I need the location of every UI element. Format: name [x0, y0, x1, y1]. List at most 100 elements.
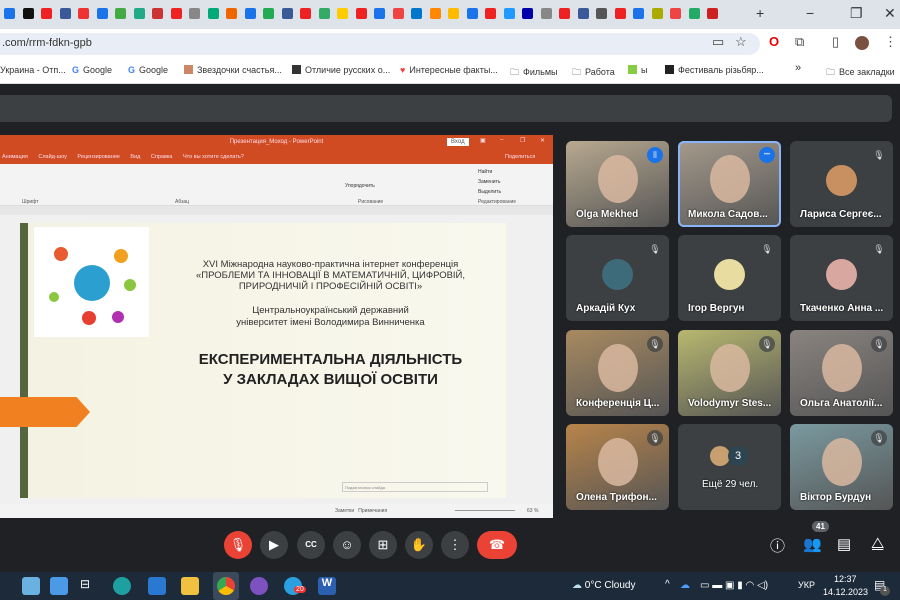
pinned-tab-favicon[interactable] [577, 8, 589, 19]
participant-tile[interactable]: 🎙︎ Ольга Анатолії... [790, 330, 893, 416]
pinned-tab-favicon[interactable] [707, 8, 718, 19]
pinned-tab-favicon[interactable] [559, 8, 570, 19]
pinned-tab-favicon[interactable] [4, 8, 15, 19]
pinned-tab-favicon[interactable] [485, 8, 496, 19]
people-icon[interactable]: 👥 [803, 535, 822, 553]
end-call-button[interactable]: ☎ [477, 531, 517, 559]
pinned-tab-favicon[interactable] [466, 8, 478, 19]
clock-date[interactable]: 14.12.2023 [823, 587, 868, 597]
camera-button[interactable]: ▶ [260, 531, 288, 559]
pinned-tab-favicon[interactable] [244, 8, 256, 19]
pinned-tab-favicon[interactable] [411, 8, 422, 19]
pinned-tab-favicon[interactable] [429, 8, 441, 19]
pinned-tab-favicon[interactable] [522, 8, 533, 19]
tray-icons[interactable]: ▭ ▬ ▣ ▮ ◠ ◁) [700, 580, 768, 591]
bookmark-folder[interactable]: 🗀 Работа [572, 65, 615, 81]
more-options-icon[interactable]: ••• [759, 147, 775, 163]
more-options-button[interactable]: ⋮ [441, 531, 469, 559]
ppt-layout-icon[interactable]: ▣ [480, 137, 486, 144]
pinned-tab-favicon[interactable] [207, 8, 219, 19]
task-view-icon[interactable]: ⊟ [80, 577, 98, 595]
zoom-slider[interactable] [455, 510, 515, 511]
mic-off-button[interactable]: 🎙︎ [224, 531, 252, 559]
bookmark[interactable]: G Google [72, 65, 112, 75]
ppt-restore[interactable]: ❐ [520, 137, 525, 144]
pinned-tab-favicon[interactable] [189, 8, 200, 19]
pinned-tab-favicon[interactable] [670, 8, 681, 19]
raise-hand-button[interactable]: ✋ [405, 531, 433, 559]
bookmark[interactable]: Фестиваль різьбяр... [665, 65, 764, 75]
bookmark[interactable]: Звездочки счастья... [184, 65, 282, 75]
bookmark[interactable]: ы [628, 65, 647, 75]
pinned-tab-favicon[interactable] [633, 8, 644, 19]
replace-button[interactable]: Заменить [478, 179, 500, 185]
bookmark-folder[interactable]: 🗀 Фильмы [510, 65, 557, 81]
share-button[interactable]: Поделиться [505, 154, 535, 160]
pinned-tab-favicon[interactable] [281, 8, 293, 19]
participant-tile[interactable]: 🎙︎ Volodymyr Stes... [678, 330, 781, 416]
pinned-tab-favicon[interactable] [392, 8, 404, 19]
pinned-tab-favicon[interactable] [355, 8, 367, 19]
pinned-tab-favicon[interactable] [596, 8, 607, 19]
chat-icon[interactable]: ▤ [837, 535, 851, 553]
pinned-tab-favicon[interactable] [263, 8, 274, 19]
subtitle-placeholder[interactable]: Подзаголовок слайда [342, 482, 488, 492]
pinned-tab-favicon[interactable] [448, 8, 459, 19]
pinned-tab-favicon[interactable] [651, 8, 663, 19]
pinned-tab-favicon[interactable] [374, 8, 385, 19]
pinned-tab-favicon[interactable] [59, 8, 71, 19]
ppt-close[interactable]: ✕ [540, 137, 545, 144]
word-icon[interactable]: W [318, 577, 336, 595]
more-bookmarks-button[interactable]: » [795, 62, 801, 74]
participant-tile[interactable]: 🎙︎ Ігор Вергун [678, 235, 781, 321]
pinned-tab-favicon[interactable] [337, 8, 348, 19]
pinned-tab-favicon[interactable] [133, 8, 145, 19]
tell-me-search[interactable]: Что вы хотите сделать? [183, 154, 244, 160]
tray-chevron-icon[interactable]: ^ [665, 579, 670, 590]
menu-icon[interactable]: ⋮ [884, 34, 897, 50]
participant-tile[interactable]: 🎙︎ Аркадій Кух [566, 235, 669, 321]
pinned-tab-favicon[interactable] [41, 8, 52, 19]
find-button[interactable]: Найти [478, 169, 492, 175]
participant-tile[interactable]: ⦀ Olga Mekhed [566, 141, 669, 227]
taskbar-app[interactable] [50, 577, 68, 595]
captions-button[interactable]: CC [297, 531, 325, 559]
chrome-taskbar-button[interactable] [213, 572, 239, 600]
edge-icon[interactable] [113, 577, 131, 595]
cast-icon[interactable]: ▭ [712, 34, 724, 50]
profile-avatar[interactable] [855, 36, 869, 50]
pinned-tab-favicon[interactable] [300, 8, 311, 19]
pinned-tab-favicon[interactable] [22, 8, 34, 19]
bookmark[interactable]: Отличие русских о... [292, 65, 390, 75]
new-tab-button[interactable]: + [756, 5, 764, 21]
onedrive-icon[interactable]: ☁ [680, 580, 690, 591]
signin-button[interactable]: Вход [447, 138, 469, 146]
menu-help[interactable]: Справка [151, 154, 173, 160]
mail-icon[interactable] [148, 577, 166, 595]
comments-button[interactable]: Примечания [358, 508, 387, 514]
arrange-button[interactable]: Упорядочить [345, 183, 375, 189]
extensions-icon[interactable]: ⧉ [795, 34, 804, 50]
menu-slideshow[interactable]: Слайд-шоу [38, 154, 67, 160]
language-indicator[interactable]: УКР [798, 580, 815, 590]
bookmark-star-icon[interactable]: ☆ [735, 34, 747, 50]
pinned-tab-favicon[interactable] [318, 8, 330, 19]
pinned-tab-favicon[interactable] [170, 8, 182, 19]
pinned-tab-favicon[interactable] [115, 8, 126, 19]
menu-review[interactable]: Рецензирование [77, 154, 119, 160]
weather-widget[interactable]: ☁ 0°C Cloudy [572, 580, 635, 591]
participant-tile[interactable]: ••• Микола Садов... [678, 141, 781, 227]
bookmark[interactable]: Украина - Отп... [0, 65, 66, 75]
clock-time[interactable]: 12:37 [834, 574, 857, 584]
participant-tile[interactable]: 3 Ещё 29 чел. [678, 424, 781, 510]
participant-tile[interactable]: 🎙︎ Конференція Ц... [566, 330, 669, 416]
select-button[interactable]: Выделить [478, 189, 501, 195]
ppt-minimize[interactable]: – [500, 137, 503, 143]
url-field[interactable]: .com/rrm-fdkn-gpb [0, 33, 760, 55]
menu-view[interactable]: Вид [130, 154, 140, 160]
opera-icon[interactable]: O [769, 34, 779, 49]
pinned-tab-favicon[interactable] [688, 8, 700, 19]
info-icon[interactable]: ⓘ [770, 535, 785, 556]
sidepanel-icon[interactable]: ▯ [832, 34, 839, 50]
viber-icon[interactable] [250, 577, 268, 595]
